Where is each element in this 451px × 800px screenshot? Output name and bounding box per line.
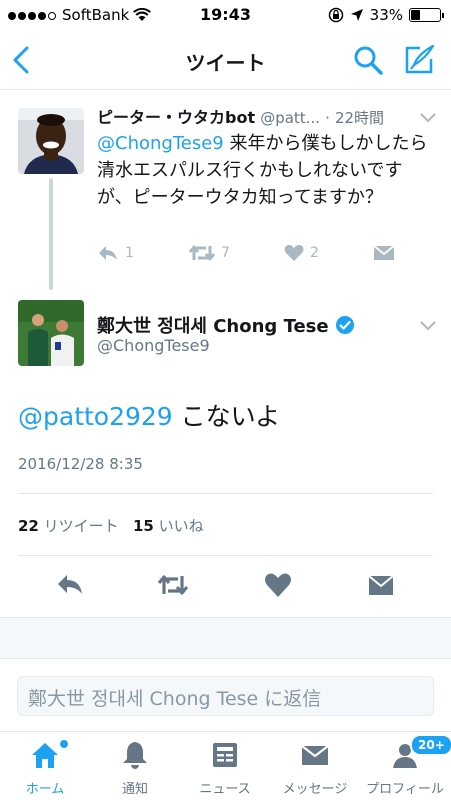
tweet-text: @patto2929 こないよ: [18, 397, 280, 433]
bell-icon: [123, 742, 147, 769]
tab-label: 通知: [121, 782, 148, 797]
tweet-time: 22時間: [334, 109, 385, 127]
tab-label: メッセージ: [282, 782, 348, 797]
mention-link[interactable]: @patto2929: [18, 402, 173, 431]
separator-dot: ·: [325, 109, 330, 127]
tweet-text: @ChongTese9 来年から僕もしかしたら清水エスパルス行くかもしれないです…: [97, 130, 437, 211]
chevron-down-icon[interactable]: [419, 320, 437, 332]
like-count: 2: [310, 245, 319, 261]
tab-profile[interactable]: 20+ プロフィール: [360, 732, 451, 800]
tab-label: ホーム: [25, 782, 65, 797]
author-name-row: 鄭大世 정대세 Chong Tese: [97, 312, 355, 338]
envelope-icon: [373, 245, 395, 260]
tweet-actions: [0, 570, 451, 600]
retweet-icon[interactable]: [158, 570, 188, 600]
tab-messages[interactable]: メッセージ: [270, 732, 360, 800]
heart-icon[interactable]: [263, 570, 293, 600]
nav-bar: ツイート: [0, 30, 451, 90]
heart-icon: [284, 244, 304, 261]
compose-tweet-icon[interactable]: [402, 43, 436, 77]
retweet-icon: [189, 245, 215, 261]
battery-icon: [409, 8, 444, 22]
rotation-lock-icon: [328, 7, 343, 23]
like-button[interactable]: 2: [284, 244, 319, 262]
author-handle: @ChongTese9: [97, 336, 210, 355]
tweet-timestamp: 2016/12/28 8:35: [18, 455, 143, 473]
avatar[interactable]: [18, 300, 84, 366]
tab-label: プロフィール: [366, 782, 444, 797]
search-icon[interactable]: [352, 44, 384, 76]
tweet-header: ピーター・ウタカbot @patt... · 22時間: [97, 104, 397, 128]
retweet-count: 7: [221, 245, 230, 261]
author-handle: @patt...: [260, 109, 320, 127]
avatar[interactable]: [18, 108, 84, 174]
separator-band: [0, 617, 451, 659]
location-arrow-icon: [350, 9, 363, 21]
tab-home[interactable]: ホーム: [0, 732, 90, 800]
likes-count[interactable]: 15: [133, 517, 154, 535]
tweet-actions: 1 7 2: [97, 244, 407, 266]
reply-icon: [99, 246, 117, 260]
retweets-label[interactable]: リツイート: [44, 517, 119, 535]
tab-label: ニュース: [199, 782, 251, 797]
envelope-icon: [301, 745, 329, 765]
news-icon: [213, 743, 237, 767]
direct-message-button[interactable]: [373, 244, 395, 262]
tab-news[interactable]: ニュース: [180, 732, 270, 800]
home-icon: [32, 743, 58, 768]
reply-icon[interactable]: [55, 570, 85, 600]
battery-fill: [411, 10, 421, 20]
retweet-button[interactable]: 7: [189, 244, 230, 262]
thread-connector-line: [49, 178, 53, 290]
likes-label[interactable]: いいね: [159, 517, 204, 535]
original-tweet[interactable]: ピーター・ウタカbot @patt... · 22時間 @ChongTese9 …: [0, 90, 451, 290]
new-items-dot: [60, 740, 68, 748]
reply-bar: 鄭大世 정대세 Chong Tese に返信: [0, 659, 451, 729]
reply-input[interactable]: 鄭大世 정대세 Chong Tese に返信: [17, 676, 434, 716]
verified-badge-icon: [335, 316, 354, 334]
retweets-count[interactable]: 22: [18, 517, 39, 535]
engagement-stats: 22 リツイート 15 いいね: [18, 515, 204, 536]
reply-button[interactable]: 1: [97, 244, 134, 262]
notification-badge: 20+: [410, 734, 451, 756]
envelope-icon[interactable]: [366, 570, 396, 600]
author-name[interactable]: 鄭大世 정대세 Chong Tese: [97, 312, 329, 338]
status-bar: SoftBank 19:43 33%: [0, 0, 451, 30]
status-right: 33%: [328, 6, 444, 24]
reply-count: 1: [125, 245, 134, 261]
battery-percent: 33%: [369, 6, 403, 24]
author-name[interactable]: ピーター・ウタカbot: [97, 108, 255, 127]
divider: [18, 493, 433, 494]
divider: [18, 555, 433, 556]
mention-link[interactable]: @ChongTese9: [97, 133, 224, 154]
tab-notifications[interactable]: 通知: [90, 732, 180, 800]
tab-bar: ホーム 通知 ニュース メッセージ 20+ プロフィール: [0, 731, 451, 800]
chevron-down-icon[interactable]: [419, 112, 437, 124]
main-tweet: 鄭大世 정대세 Chong Tese @ChongTese9 @patto292…: [0, 290, 451, 620]
tweet-body: こないよ: [172, 402, 281, 431]
